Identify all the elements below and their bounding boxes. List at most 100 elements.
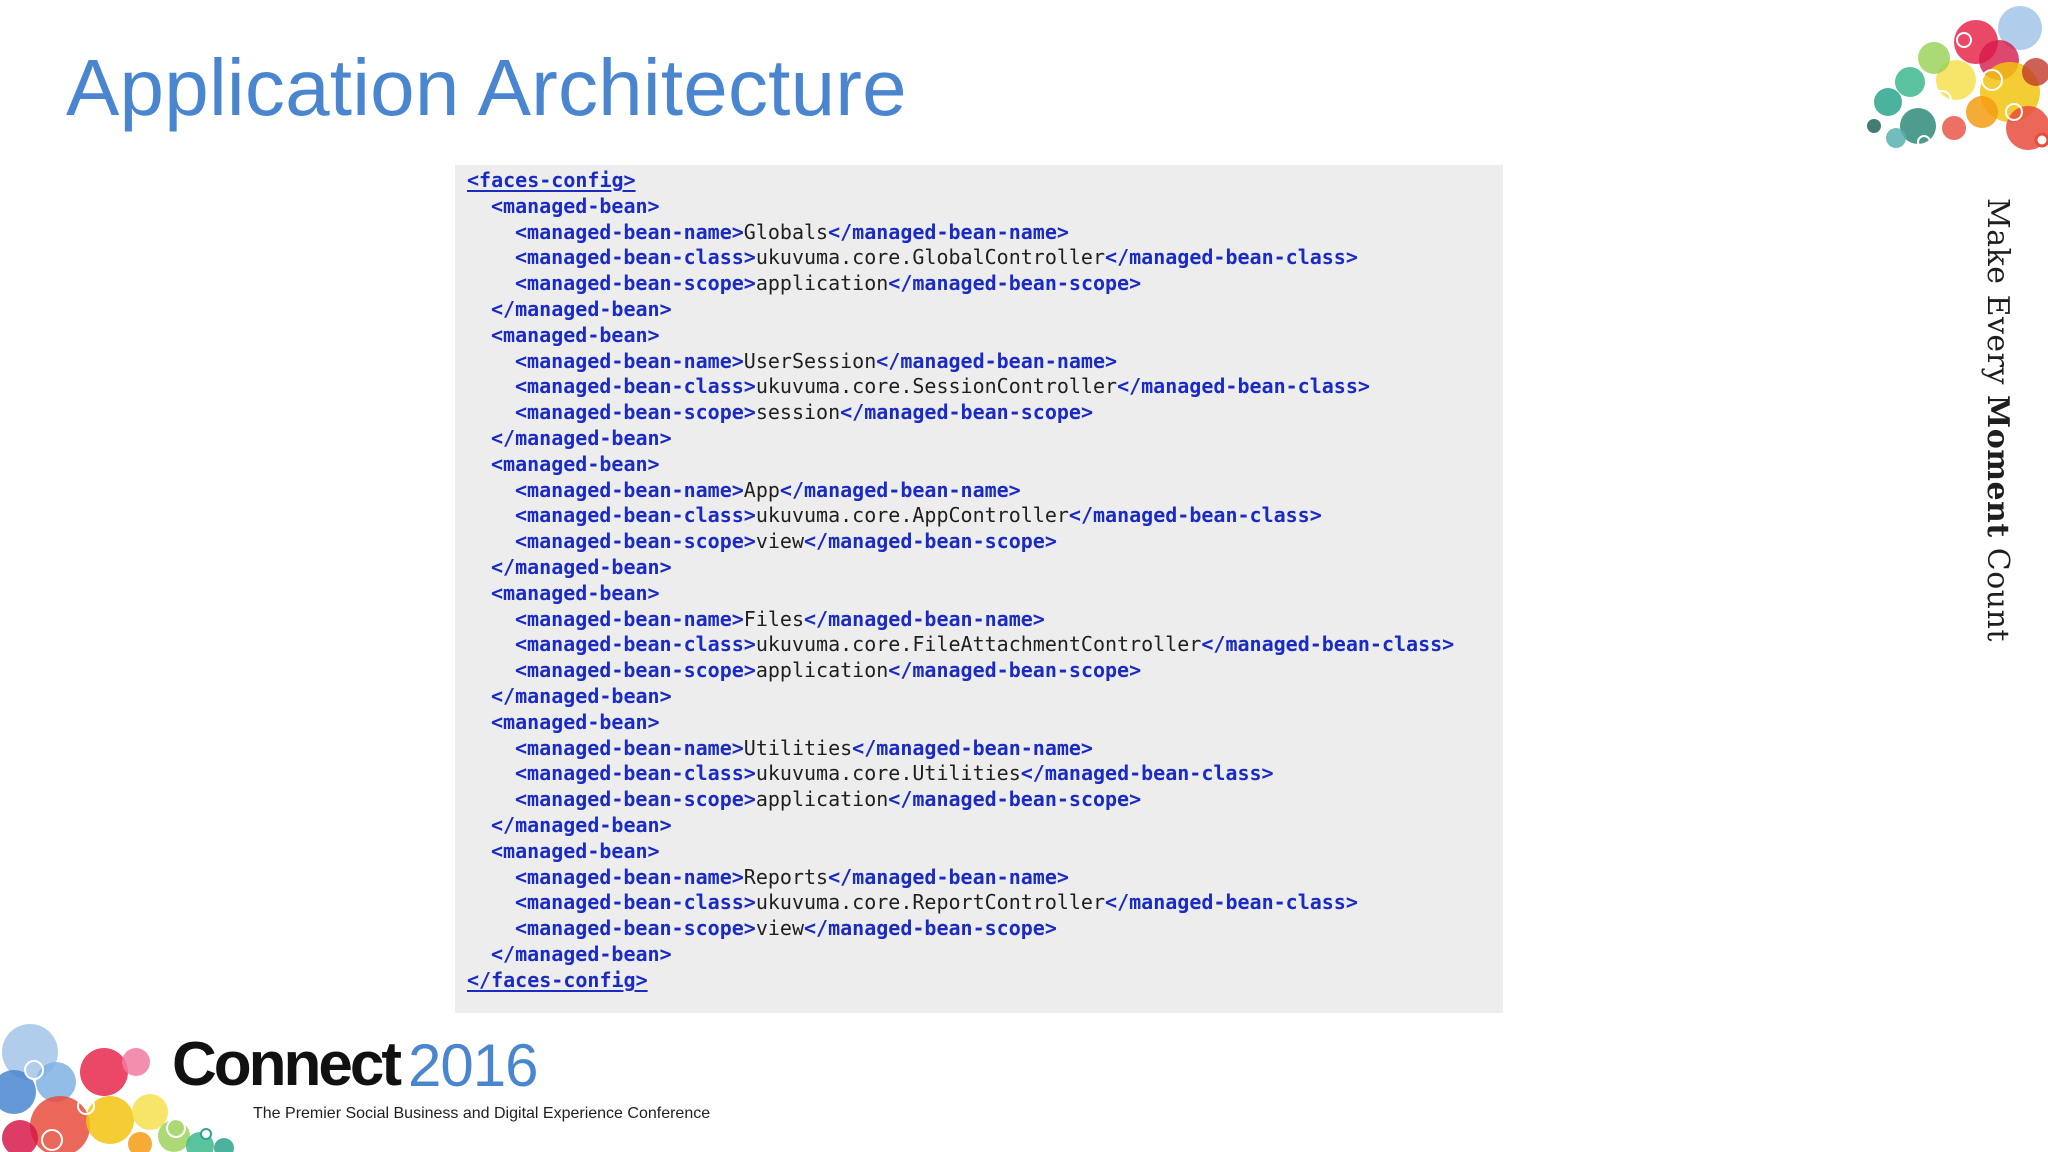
code-line: <managed-bean-scope>application</managed… [515,657,1141,683]
xml-tag: </managed-bean-class> [1105,245,1358,270]
logo-subtitle: The Premier Social Business and Digital … [253,1105,711,1122]
xml-text-value: ukuvuma.core.GlobalController [755,245,1106,270]
xml-tag: <managed-bean-class> [515,374,756,399]
code-line: </managed-bean> [491,941,672,967]
code-line: <managed-bean-scope>application</managed… [515,786,1141,812]
xml-text-value: UserSession [743,348,877,373]
xml-tag: </managed-bean-class> [1201,632,1455,657]
logo-connect-word: Connect [172,1030,402,1099]
xml-text-value: App [743,477,780,502]
xml-tag: <faces-config> [467,168,636,192]
code-line: <managed-bean> [491,451,660,477]
slide-title: Application Architecture [66,43,907,132]
xml-tag: </managed-bean-scope> [888,271,1142,296]
xml-tag: </managed-bean-scope> [888,658,1142,683]
xml-tag: </managed-bean> [491,297,672,321]
xml-tag: <managed-bean-class> [515,890,756,915]
xml-tag: <managed-bean-name> [515,606,744,631]
xml-tag: </managed-bean> [491,684,672,708]
xml-tag: <managed-bean-class> [515,503,756,528]
code-line: <managed-bean-name>Globals</managed-bean… [515,219,1069,245]
xml-tag: <managed-bean-class> [515,245,756,270]
code-line: <managed-bean-class>ukuvuma.core.FileAtt… [515,631,1454,657]
code-line: </managed-bean> [491,683,672,709]
xml-tag: </managed-bean-class> [1117,374,1370,399]
xml-tag: </managed-bean-scope> [804,916,1057,941]
xml-text-value: application [755,787,889,812]
code-line: <managed-bean> [491,193,660,219]
xml-tag: <managed-bean-scope> [515,658,756,683]
xml-tag: <managed-bean-scope> [515,787,756,812]
code-line: <managed-bean> [491,580,660,606]
xml-tag: </managed-bean-scope> [804,529,1057,554]
xml-text-value: ukuvuma.core.ReportController [755,890,1106,915]
xml-tag: <managed-bean-name> [515,348,744,373]
code-line: <managed-bean-class>ukuvuma.core.Utiliti… [515,760,1274,786]
code-line: <managed-bean-name>Utilities</managed-be… [515,735,1093,761]
code-line: <managed-bean-scope>view</managed-bean-s… [515,915,1057,941]
bubbles-decoration-top-right [1867,6,2048,150]
xml-tag: <managed-bean> [491,580,660,605]
xml-tag: <managed-bean-name> [515,735,744,760]
logo-year: 2016 [408,1032,538,1099]
code-line: <managed-bean-class>ukuvuma.core.ReportC… [515,889,1358,915]
xml-text-value: Utilities [743,735,853,760]
code-line: </managed-bean> [491,296,672,322]
xml-tag: </managed-bean-class> [1068,503,1322,528]
code-line: <managed-bean> [491,709,660,735]
xml-tag: </managed-bean-name> [852,735,1093,760]
xml-text-value: ukuvuma.core.SessionController [755,374,1118,399]
xml-tag: <managed-bean> [491,709,660,734]
tagline-text-start: Make Every [1980,198,2015,395]
xml-tag: </managed-bean-name> [828,219,1069,244]
code-line: </managed-bean> [491,554,672,580]
code-line: </managed-bean> [491,812,672,838]
xml-tag: <managed-bean> [491,193,660,218]
tagline-text-bold: Moment [1980,395,2015,538]
xml-tag: </managed-bean-class> [1105,890,1358,915]
code-panel: <faces-config> <managed-bean> <managed-bea… [455,165,1503,1013]
xml-text-value: view [755,916,804,941]
xml-tag: </managed-bean-name> [804,606,1045,631]
code-line: <managed-bean-scope>view</managed-bean-s… [515,528,1057,554]
xml-tag: <managed-bean-class> [515,761,756,786]
code-line: <managed-bean-name>UserSession</managed-… [515,348,1117,374]
xml-text-value: Reports [743,864,829,889]
xml-text-value: ukuvuma.core.FileAttachmentController [755,632,1202,657]
xml-tag: </managed-bean> [491,813,672,837]
code-line: <managed-bean-class>ukuvuma.core.AppCont… [515,502,1322,528]
xml-tag: <managed-bean-class> [515,632,756,657]
code-line: <managed-bean> [491,838,660,864]
xml-text-value: Files [743,606,804,631]
xml-tag: <managed-bean> [491,322,660,347]
xml-text-value: session [755,400,841,425]
xml-text-value: Globals [743,219,829,244]
xml-tag: <managed-bean-scope> [515,271,756,296]
code-line: <faces-config> [467,167,636,193]
side-tagline: Make Every Moment Count [1979,198,2015,642]
xml-text-value: application [755,658,889,683]
code-line: <managed-bean-class>ukuvuma.core.GlobalC… [515,244,1358,270]
xml-tag: </managed-bean> [491,426,672,450]
xml-tag: <managed-bean> [491,451,660,476]
xml-tag: <managed-bean-name> [515,219,744,244]
code-line: </managed-bean> [491,425,672,451]
code-listing: <faces-config> <managed-bean> <managed-bea… [461,165,1503,1013]
xml-text-value: ukuvuma.core.Utilities [755,761,1021,786]
xml-tag: <managed-bean-name> [515,864,744,889]
code-line: <managed-bean-scope>application</managed… [515,270,1141,296]
code-line: <managed-bean-name>Files</managed-bean-n… [515,606,1045,632]
xml-tag: </managed-bean-scope> [888,787,1142,812]
xml-tag: <managed-bean-scope> [515,400,756,425]
xml-tag: </managed-bean-name> [828,864,1069,889]
code-line: <managed-bean-name>App</managed-bean-nam… [515,477,1021,503]
xml-tag: </managed-bean> [491,942,672,966]
xml-tag: <managed-bean> [491,838,660,863]
xml-text-value: view [755,529,804,554]
xml-tag: </managed-bean-class> [1020,761,1274,786]
code-line: <managed-bean-scope>session</managed-bea… [515,399,1093,425]
code-line: </faces-config> [467,967,648,993]
xml-tag: </faces-config> [467,967,648,992]
code-line: <managed-bean-name>Reports</managed-bean… [515,864,1069,890]
tagline-text-end: Count [1980,537,2015,642]
